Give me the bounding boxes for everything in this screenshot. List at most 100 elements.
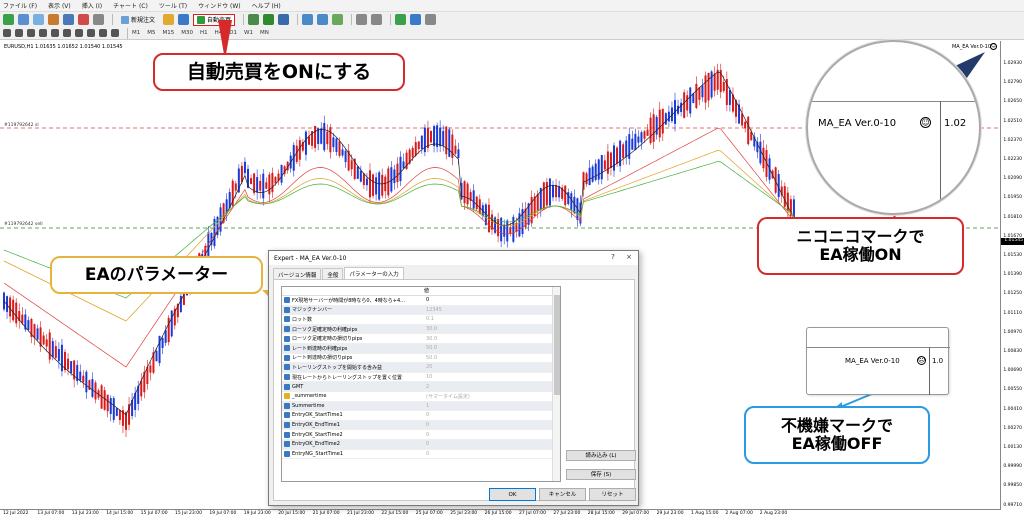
tab-version-info[interactable]: バージョン情報 xyxy=(273,268,322,279)
numeric-param-icon xyxy=(284,412,290,419)
numeric-param-icon xyxy=(284,422,290,429)
parameter-value[interactable]: 2 xyxy=(422,384,429,390)
parameter-row[interactable]: レート到達時の損切りpips 50.0 xyxy=(282,354,560,364)
parameter-name: ローソク足確定時の利確pips xyxy=(292,326,358,333)
callout-text: EA稼働OFF xyxy=(791,434,883,453)
scrollbar-thumb[interactable] xyxy=(554,295,560,395)
callout-smile-on: ニコニコマークで EA稼働ON xyxy=(757,217,964,275)
parameter-value[interactable]: 12345 xyxy=(422,307,442,313)
parameter-row[interactable]: Summertime 1 xyxy=(282,401,560,412)
tab-inputs[interactable]: パラメーターの入力 xyxy=(344,267,404,279)
ok-button[interactable]: OK xyxy=(489,488,536,501)
parameter-name: レート到達時の損切りpips xyxy=(292,355,353,362)
parameter-name: Summertime xyxy=(292,402,325,409)
parameter-value[interactable]: 0 xyxy=(422,451,429,457)
parameter-value[interactable]: 50.0 xyxy=(422,355,437,361)
callout-frown-off: 不機嫌マークで EA稼働OFF xyxy=(744,406,930,464)
cancel-button[interactable]: キャンセル xyxy=(539,488,586,501)
numeric-param-icon xyxy=(284,441,290,448)
parameter-name: トレーリングストップを開始する含み益 xyxy=(292,364,383,371)
numeric-param-icon xyxy=(284,326,290,333)
off-ea-label: MA_EA Ver.0-10 xyxy=(845,357,900,365)
parameter-row[interactable]: EntryOK_StartTime1 0 xyxy=(282,411,560,421)
parameter-row[interactable]: GMT 2 xyxy=(282,382,560,392)
parameter-row[interactable]: マジックナンバー 12345 xyxy=(282,305,560,316)
parameter-row[interactable]: EntryOK_EndTime1 0 xyxy=(282,420,560,431)
table-header: 値 xyxy=(282,287,560,296)
parameter-row[interactable]: ローソク足確定時の利確pips 30.0 xyxy=(282,324,560,335)
parameter-value[interactable]: 30.0 xyxy=(422,336,437,342)
tab-general[interactable]: 全般 xyxy=(322,268,344,279)
parameter-row[interactable]: EntryOK_StartTime2 0 xyxy=(282,430,560,440)
numeric-param-icon xyxy=(284,354,290,361)
parameter-value[interactable]: (サマータイム設定) xyxy=(422,393,470,400)
numeric-param-icon xyxy=(284,345,290,352)
parameter-rows: FX現地サーバーが時間が8時なら0、4時なら+4... 0 マジックナンバー 1234… xyxy=(282,296,560,460)
parameter-row[interactable]: 現在レートからトレーリングストップを置く位置 10 xyxy=(282,373,560,383)
numeric-param-icon xyxy=(284,364,290,371)
numeric-param-icon xyxy=(284,316,290,323)
parameter-value[interactable]: 20 xyxy=(422,364,432,370)
numeric-param-icon xyxy=(284,306,290,313)
parameter-name: EntryOK_StartTime2 xyxy=(292,431,343,438)
parameter-row[interactable]: EntryOK_EndTime2 0 xyxy=(282,439,560,450)
parameter-value[interactable]: 10 xyxy=(422,374,432,380)
reset-button[interactable]: リセット xyxy=(589,488,636,501)
table-scrollbar[interactable] xyxy=(552,287,560,481)
parameter-name: EntryOK_EndTime1 xyxy=(292,422,340,429)
value-column-header: 値 xyxy=(424,288,430,294)
parameter-value[interactable]: 30.0 xyxy=(422,326,437,332)
parameter-value[interactable]: 1 xyxy=(422,403,429,409)
callout-ea-params: EAのパラメーター xyxy=(50,256,263,294)
parameter-name: EntryNG_StartTime1 xyxy=(292,450,344,457)
parameter-row[interactable]: レート到達時の利確pips 50.0 xyxy=(282,343,560,354)
load-button[interactable]: 読み込み (L) xyxy=(566,450,636,461)
parameter-row[interactable]: EntryNG_StartTime1 0 xyxy=(282,450,560,460)
parameter-name: FX現地サーバーが時間が8時なら0、4時なら+4... xyxy=(292,297,405,304)
expert-properties-dialog: Expert - MA_EA Ver.0-10 ? × バージョン情報 全般 パ… xyxy=(268,250,639,506)
numeric-param-icon xyxy=(284,431,290,438)
zoom-inset-on: MA_EA Ver.0-10 ☺ 1.02 xyxy=(806,40,981,215)
parameter-name: ローソク足確定時の損切りpips xyxy=(292,336,363,343)
callout-text: EA稼働ON xyxy=(819,245,902,264)
numeric-param-icon xyxy=(284,402,290,409)
save-button[interactable]: 保存 (S) xyxy=(566,469,636,480)
parameter-value[interactable]: 0 xyxy=(422,422,429,428)
parameter-value[interactable]: 0 xyxy=(422,432,429,438)
parameter-name: GMT xyxy=(292,383,304,390)
dialog-title-bar: Expert - MA_EA Ver.0-10 ? × xyxy=(269,251,638,265)
close-button[interactable]: × xyxy=(626,253,632,261)
callout-text: ニコニコマークで xyxy=(796,227,925,247)
parameters-table: 値 FX現地サーバーが時間が8時なら0、4時なら+4... 0 マジックナンバー 12… xyxy=(281,286,561,482)
zoom-ea-label: MA_EA Ver.0-10 xyxy=(818,118,897,129)
parameter-row[interactable]: ローソク足確定時の損切りpips 30.0 xyxy=(282,334,560,344)
parameter-name: EntryOK_StartTime1 xyxy=(292,412,343,419)
callout-text: 自動売買をONにする xyxy=(186,60,372,83)
inputs-panel: 値 FX現地サーバーが時間が8時なら0、4時なら+4... 0 マジックナンバー 12… xyxy=(273,279,636,501)
callout-text: EAのパラメーター xyxy=(84,264,229,285)
callout-text: 不機嫌マークで xyxy=(780,416,893,436)
numeric-param-icon xyxy=(284,383,290,390)
numeric-param-icon xyxy=(284,297,290,304)
parameter-value[interactable]: 0 xyxy=(422,297,429,303)
parameter-name: EntryOK_EndTime2 xyxy=(292,441,340,448)
parameter-name: ロット数 xyxy=(292,316,313,323)
parameter-row[interactable]: FX現地サーバーが時間が8時なら0、4時なら+4... 0 xyxy=(282,296,560,306)
numeric-param-icon xyxy=(284,374,290,381)
frown-icon: ☹ xyxy=(917,356,926,365)
parameter-value[interactable]: 0.1 xyxy=(422,316,434,322)
off-inset: MA_EA Ver.0-10 ☹ 1.0 xyxy=(806,327,950,395)
numeric-param-icon xyxy=(284,335,290,342)
parameter-value[interactable]: 0 xyxy=(422,412,429,418)
dialog-title: Expert - MA_EA Ver.0-10 xyxy=(274,254,347,262)
parameter-name: マジックナンバー xyxy=(292,307,333,314)
parameter-row[interactable]: _summertime (サマータイム設定) xyxy=(282,392,560,402)
smile-icon: ☺ xyxy=(920,117,931,128)
parameter-row[interactable]: トレーリングストップを開始する含み益 20 xyxy=(282,363,560,373)
parameter-row[interactable]: ロット数 0.1 xyxy=(282,315,560,325)
parameter-value[interactable]: 0 xyxy=(422,441,429,447)
help-button[interactable]: ? xyxy=(611,253,615,261)
parameter-name: 現在レートからトレーリングストップを置く位置 xyxy=(292,374,403,381)
numeric-param-icon xyxy=(284,450,290,457)
parameter-value[interactable]: 50.0 xyxy=(422,345,437,351)
